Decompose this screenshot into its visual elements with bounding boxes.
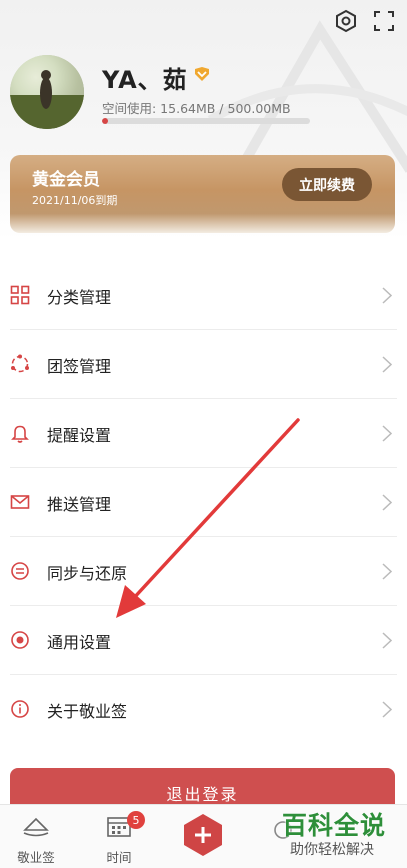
storage-usage-fill [102,118,109,124]
storage-usage-bar [102,118,310,124]
chevron-right-icon [382,287,392,304]
sync-icon [11,562,29,580]
menu-item-general-settings[interactable]: 通用设置 [0,606,407,675]
menu-item-label: 团签管理 [47,357,112,376]
vip-crown-icon [195,67,209,81]
watermark-title: 百科全说 [282,811,387,840]
menu-item-reminder-settings[interactable]: 提醒设置 [0,399,407,468]
chevron-right-icon [382,632,392,649]
menu-item-team-management[interactable]: 团签管理 [0,330,407,399]
username: YA、茹 [102,66,188,94]
storage-usage-text: 空间使用: 15.64MB / 500.00MB [102,101,291,116]
chevron-right-icon [382,563,392,580]
menu-item-sync-restore[interactable]: 同步与还原 [0,537,407,606]
watermark-subtitle: 助你轻松解决 [290,842,374,858]
info-icon [11,700,29,718]
chevron-right-icon [382,356,392,373]
renew-button[interactable]: 立即续费 [282,168,372,201]
menu-item-about[interactable]: 关于敬业签 [0,675,407,744]
tab-jingyeqian[interactable]: 敬业签 [0,805,72,868]
team-icon [11,354,29,373]
avatar[interactable] [10,55,84,129]
radio-icon [11,631,29,649]
menu-item-push-management[interactable]: 推送管理 [0,468,407,537]
grid-icon [10,285,30,305]
add-button[interactable] [181,813,225,857]
notification-badge: 5 [127,811,145,829]
menu-item-category-management[interactable]: 分类管理 [0,261,407,330]
settings-hexagon-icon[interactable] [333,8,359,34]
boat-note-icon [23,817,49,837]
avatar-photo-icon [10,55,84,129]
bell-icon [11,425,29,443]
tab-label: 时间 [106,850,132,865]
mail-icon [10,495,30,509]
menu-item-label: 关于敬业签 [47,702,128,721]
menu-item-label: 推送管理 [47,495,112,514]
menu-item-label: 提醒设置 [47,426,112,445]
tab-label: 敬业签 [17,850,55,865]
membership-expire-date: 2021/11/06到期 [32,194,118,207]
scan-icon[interactable] [371,8,397,34]
menu-item-label: 分类管理 [47,288,112,307]
chevron-right-icon [382,425,392,442]
chevron-right-icon [382,494,392,511]
menu-item-label: 通用设置 [47,633,112,652]
chevron-right-icon [382,701,392,718]
membership-title: 黄金会员 [32,170,100,190]
menu-item-label: 同步与还原 [47,564,128,583]
